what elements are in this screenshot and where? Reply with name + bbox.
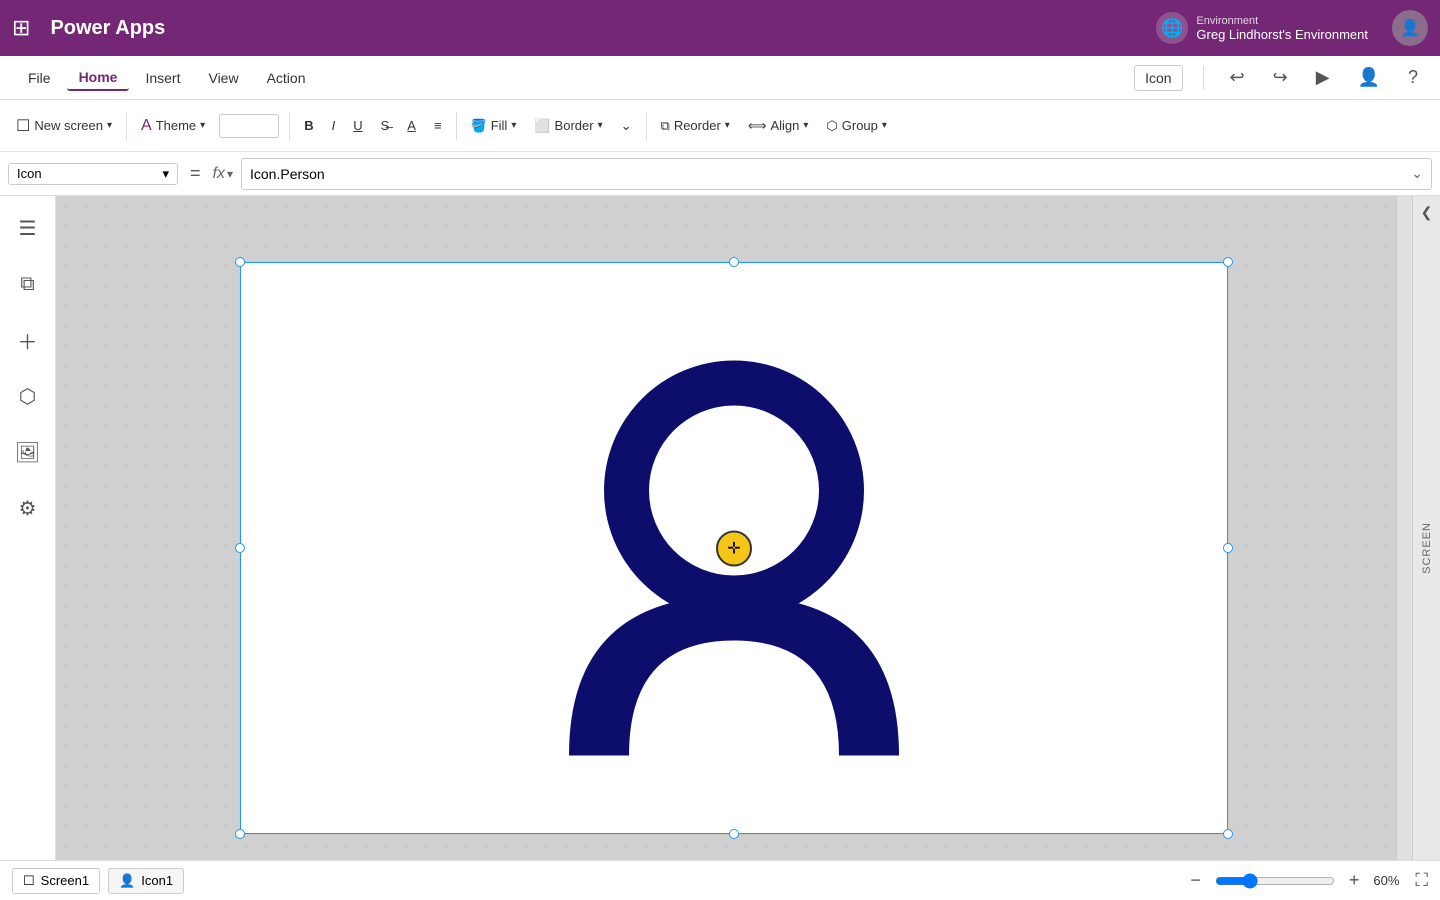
help-button[interactable]: ? xyxy=(1402,63,1424,92)
group-chevron: ▾ xyxy=(882,120,887,131)
fill-icon: 🪣 xyxy=(471,118,487,134)
reorder-button[interactable]: ⧉ Reorder ▾ xyxy=(653,114,738,138)
icon-button[interactable]: Icon xyxy=(1134,65,1182,91)
screen-canvas[interactable]: ✛ xyxy=(239,261,1229,835)
fx-icon: fx ▾ xyxy=(213,165,233,183)
equals-sign: = xyxy=(186,163,205,184)
reorder-chevron: ▾ xyxy=(725,120,730,131)
menu-insert[interactable]: Insert xyxy=(133,66,192,90)
sidebar-media-icon[interactable]: 🖼 xyxy=(8,432,48,472)
menu-view[interactable]: View xyxy=(196,66,250,90)
zoom-controls: − + 60% ⛶ xyxy=(1184,868,1428,893)
left-sidebar: ☰ ⧉ ＋ ⬡ 🖼 ⚙ xyxy=(0,196,56,900)
screen-tab-label: Screen1 xyxy=(41,873,89,888)
handle-mr[interactable] xyxy=(1223,543,1233,553)
fill-button[interactable]: 🪣 Fill ▾ xyxy=(463,114,525,138)
group-icon: ⬡ xyxy=(826,118,837,134)
theme-button[interactable]: A Theme ▾ xyxy=(133,113,213,139)
user-avatar[interactable]: 👤 xyxy=(1392,10,1428,46)
undo-button[interactable]: ↩ xyxy=(1224,63,1251,92)
formula-input[interactable] xyxy=(250,166,1407,182)
underline-button[interactable]: U xyxy=(345,114,370,137)
env-text: Environment Greg Lindhorst's Environment xyxy=(1196,15,1368,42)
toolbar: ☐ New screen ▾ A Theme ▾ B I U S̶ A ≡ 🪣 … xyxy=(0,100,1440,152)
screen-tab[interactable]: ☐ Screen1 xyxy=(12,868,100,894)
new-screen-icon: ☐ xyxy=(16,116,30,136)
reorder-icon: ⧉ xyxy=(661,118,670,134)
sidebar-layers-icon[interactable]: ⧉ xyxy=(8,264,48,304)
env-label: Environment xyxy=(1196,15,1368,27)
align-right-icon: ⟺ xyxy=(748,118,767,134)
align-right-button[interactable]: ⟺ Align ▾ xyxy=(740,114,817,138)
handle-bl[interactable] xyxy=(235,829,245,839)
border-icon: ⬜ xyxy=(534,118,550,134)
screen-label: SCREEN xyxy=(1421,522,1433,574)
zoom-plus-button[interactable]: + xyxy=(1343,868,1366,893)
canvas-area[interactable]: ✛ xyxy=(56,196,1412,900)
person-icon-wrapper[interactable]: ✛ xyxy=(554,336,914,761)
bottom-bar: ☐ Screen1 👤 Icon1 − + 60% ⛶ xyxy=(0,860,1440,900)
formula-bar: Icon ▾ = fx ▾ ⌄ xyxy=(0,152,1440,196)
sidebar-controls-icon[interactable]: ⚙ xyxy=(8,488,48,528)
menu-file[interactable]: File xyxy=(16,66,63,90)
app-title: Power Apps xyxy=(50,17,1156,40)
sidebar-menu-icon[interactable]: ☰ xyxy=(8,208,48,248)
share-button[interactable]: 👤 xyxy=(1352,63,1386,92)
zoom-minus-button[interactable]: − xyxy=(1184,868,1207,893)
new-screen-button[interactable]: ☐ New screen ▾ xyxy=(8,112,120,140)
icon-tab-label: Icon1 xyxy=(141,873,173,888)
control-selector[interactable]: Icon ▾ xyxy=(8,163,178,185)
bold-button[interactable]: B xyxy=(296,114,321,137)
collapse-button[interactable]: ❮ xyxy=(1421,204,1433,221)
canvas-scrollbar-vertical[interactable] xyxy=(1396,196,1412,900)
screen-tab-icon: ☐ xyxy=(23,873,35,889)
handle-bc[interactable] xyxy=(729,829,739,839)
theme-label: Theme xyxy=(156,118,196,133)
strikethrough-button[interactable]: S̶ xyxy=(373,114,398,137)
handle-tr[interactable] xyxy=(1223,257,1233,267)
handle-ml[interactable] xyxy=(235,543,245,553)
play-button[interactable]: ▶ xyxy=(1310,63,1336,92)
formula-input-wrapper[interactable]: ⌄ xyxy=(241,158,1432,190)
env-name: Greg Lindhorst's Environment xyxy=(1196,27,1368,42)
right-panel: ❮ SCREEN xyxy=(1412,196,1440,900)
font-size-box[interactable] xyxy=(219,114,279,138)
handle-tl[interactable] xyxy=(235,257,245,267)
fill-chevron: ▾ xyxy=(511,120,516,131)
border-chevron: ▾ xyxy=(598,120,603,131)
new-screen-label: New screen xyxy=(34,118,103,133)
move-cursor-icon[interactable]: ✛ xyxy=(716,530,752,566)
icon-tab[interactable]: 👤 Icon1 xyxy=(108,868,184,894)
zoom-value: 60% xyxy=(1373,873,1399,888)
env-section: 🌐 Environment Greg Lindhorst's Environme… xyxy=(1156,12,1368,44)
app-grid-icon[interactable]: ⊞ xyxy=(12,15,30,41)
border-button[interactable]: ⬜ Border ▾ xyxy=(526,114,610,138)
handle-tc[interactable] xyxy=(729,257,739,267)
fullscreen-button[interactable]: ⛶ xyxy=(1415,870,1428,891)
title-bar: ⊞ Power Apps 🌐 Environment Greg Lindhors… xyxy=(0,0,1440,56)
redo-button[interactable]: ↪ xyxy=(1267,63,1294,92)
icon-tab-icon: 👤 xyxy=(119,873,135,889)
theme-icon: A xyxy=(141,117,152,135)
theme-chevron: ▾ xyxy=(200,120,205,131)
align-button[interactable]: ≡ xyxy=(426,114,450,137)
align-right-chevron: ▾ xyxy=(803,120,808,131)
menu-home[interactable]: Home xyxy=(67,65,130,91)
handle-br[interactable] xyxy=(1223,829,1233,839)
formula-expand-icon[interactable]: ⌄ xyxy=(1411,165,1423,182)
more-button[interactable]: ⌄ xyxy=(613,114,640,138)
group-button[interactable]: ⬡ Group ▾ xyxy=(818,114,895,138)
env-icon: 🌐 xyxy=(1156,12,1188,44)
font-color-button[interactable]: A xyxy=(399,114,424,137)
sidebar-data-icon[interactable]: ⬡ xyxy=(8,376,48,416)
zoom-slider[interactable] xyxy=(1215,873,1335,889)
menu-action[interactable]: Action xyxy=(255,66,318,90)
new-screen-chevron: ▾ xyxy=(107,120,112,131)
sidebar-add-icon[interactable]: ＋ xyxy=(8,320,48,360)
main-layout: ☰ ⧉ ＋ ⬡ 🖼 ⚙ ✛ xyxy=(0,196,1440,900)
italic-button[interactable]: I xyxy=(324,114,344,137)
menu-right: Icon ↩ ↪ ▶ 👤 ? xyxy=(1134,63,1424,92)
menu-bar: File Home Insert View Action Icon ↩ ↪ ▶ … xyxy=(0,56,1440,100)
